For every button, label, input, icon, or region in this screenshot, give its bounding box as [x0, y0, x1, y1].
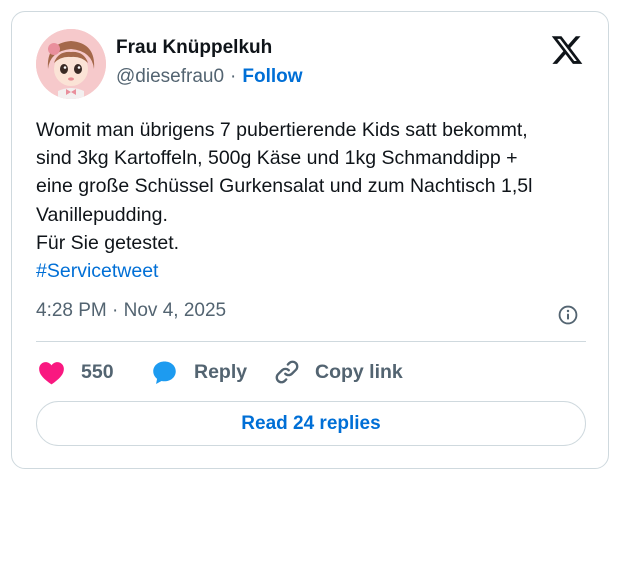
tweet-line: Für Sie getestet. — [36, 231, 180, 254]
copy-link-label: Copy link — [315, 360, 403, 383]
tweet-line: Womit man übrigens 7 pubertierende Kids … — [36, 119, 528, 141]
display-name[interactable]: Frau Knüppelkuh — [116, 37, 272, 59]
read-replies-button[interactable]: Read 24 replies — [36, 401, 586, 446]
tweet-text: Womit man übrigens 7 pubertierende Kids … — [36, 116, 586, 285]
like-count: 550 — [81, 360, 114, 383]
info-icon[interactable] — [557, 304, 579, 326]
separator-dot: · — [230, 66, 237, 87]
handle-row: @diesefrau0 · Follow — [116, 66, 303, 88]
tweet-line: Vanillepudding. — [36, 203, 168, 226]
link-icon — [275, 360, 299, 384]
tweet-card: Frau Knüppelkuh @diesefrau0 · Follow Womit… — [11, 11, 609, 469]
hashtag-link[interactable]: #Servicetweet — [36, 260, 158, 282]
speech-bubble-icon — [153, 360, 176, 384]
avatar[interactable] — [36, 29, 106, 99]
reply-label: Reply — [194, 360, 248, 383]
tweet-line: eine große Schüssel Gurkensalat und zum … — [36, 175, 533, 198]
reply-button[interactable]: Reply — [151, 356, 247, 388]
timestamp[interactable]: 4:28 PM · Nov 4, 2025 — [36, 300, 226, 322]
x-logo-icon[interactable] — [550, 33, 584, 67]
copy-link-button[interactable]: Copy link — [273, 356, 403, 388]
follow-button[interactable]: Follow — [242, 66, 302, 87]
handle[interactable]: @diesefrau0 — [116, 66, 224, 87]
heart-icon — [39, 361, 64, 384]
divider — [36, 341, 586, 342]
tweet-line: sind 3kg Kartoffeln, 500g Käse und 1kg S… — [36, 147, 518, 170]
avatar-image — [36, 29, 106, 99]
like-button[interactable]: 550 — [38, 356, 114, 388]
